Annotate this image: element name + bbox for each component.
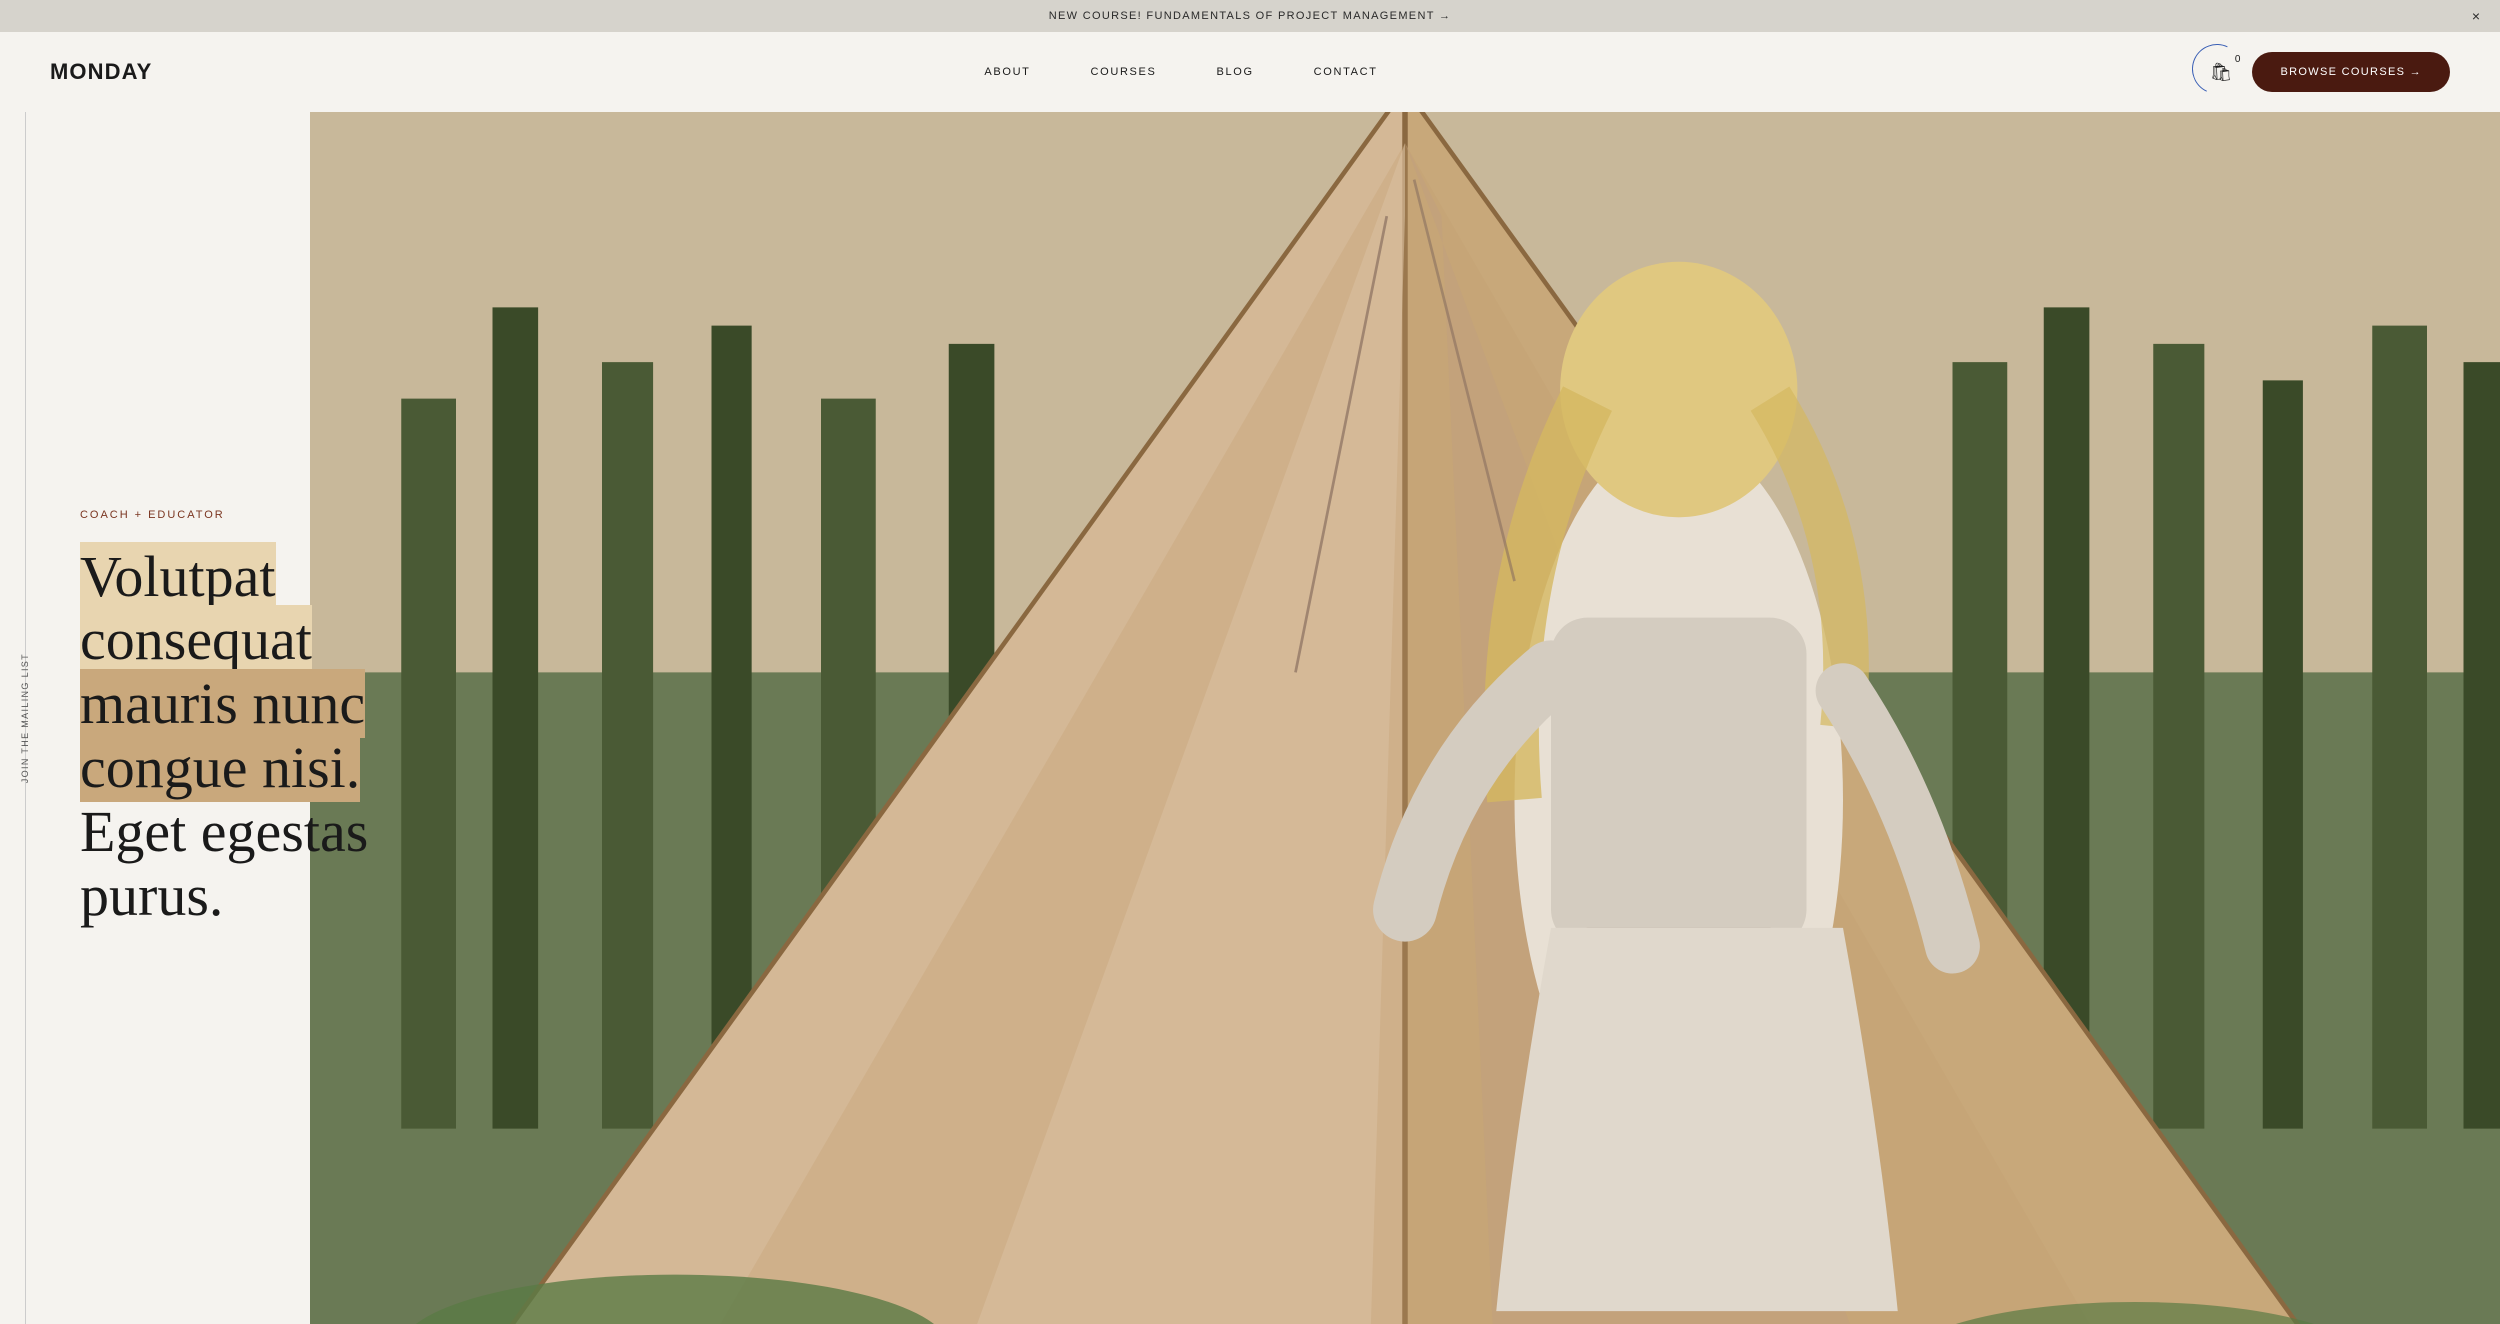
nav-about[interactable]: ABOUT xyxy=(984,66,1030,78)
site-logo[interactable]: MONDAY xyxy=(50,59,152,85)
announcement-bar: NEW COURSE! FUNDAMENTALS OF PROJECT MANA… xyxy=(0,0,2500,32)
headline-line1: Volutpat consequat xyxy=(80,542,312,675)
headline-line3: Eget egestas purus. xyxy=(80,799,368,928)
browse-courses-button[interactable]: BROWSE COURSES → xyxy=(2252,52,2450,92)
cart-count: 0 xyxy=(2235,54,2241,65)
announcement-text[interactable]: NEW COURSE! FUNDAMENTALS OF PROJECT MANA… xyxy=(1049,10,1452,22)
announcement-arrow: → xyxy=(1439,10,1451,22)
hero-image xyxy=(310,112,2500,1324)
mailing-list-link[interactable]: Join the mailing list xyxy=(20,653,30,783)
hero-left-content: COACH + EDUCATOR Volutpat consequat maur… xyxy=(60,112,440,1324)
hero-section: Join the mailing list COACH + EDUCATOR V… xyxy=(0,112,2500,1324)
hero-headline: Volutpat consequat mauris nunc congue ni… xyxy=(80,545,420,928)
cart-circle-decoration xyxy=(2185,36,2249,100)
header-right: 🛍 0 BROWSE COURSES → xyxy=(2210,52,2450,92)
coach-label: COACH + EDUCATOR xyxy=(80,509,420,521)
header: MONDAY ABOUT COURSES BLOG CONTACT 🛍 0 BR… xyxy=(0,32,2500,112)
nav-blog[interactable]: BLOG xyxy=(1217,66,1254,78)
announcement-message: NEW COURSE! FUNDAMENTALS OF PROJECT MANA… xyxy=(1049,10,1435,22)
nav-contact[interactable]: CONTACT xyxy=(1314,66,1378,78)
main-nav: ABOUT COURSES BLOG CONTACT xyxy=(984,66,1377,78)
cart-wrapper: 🛍 0 xyxy=(2210,62,2233,83)
headline-line2: mauris nunc congue nisi. xyxy=(80,669,365,802)
announcement-close-button[interactable]: × xyxy=(2472,9,2480,23)
nav-courses[interactable]: COURSES xyxy=(1091,66,1157,78)
sidebar-vertical: Join the mailing list xyxy=(0,112,50,1324)
